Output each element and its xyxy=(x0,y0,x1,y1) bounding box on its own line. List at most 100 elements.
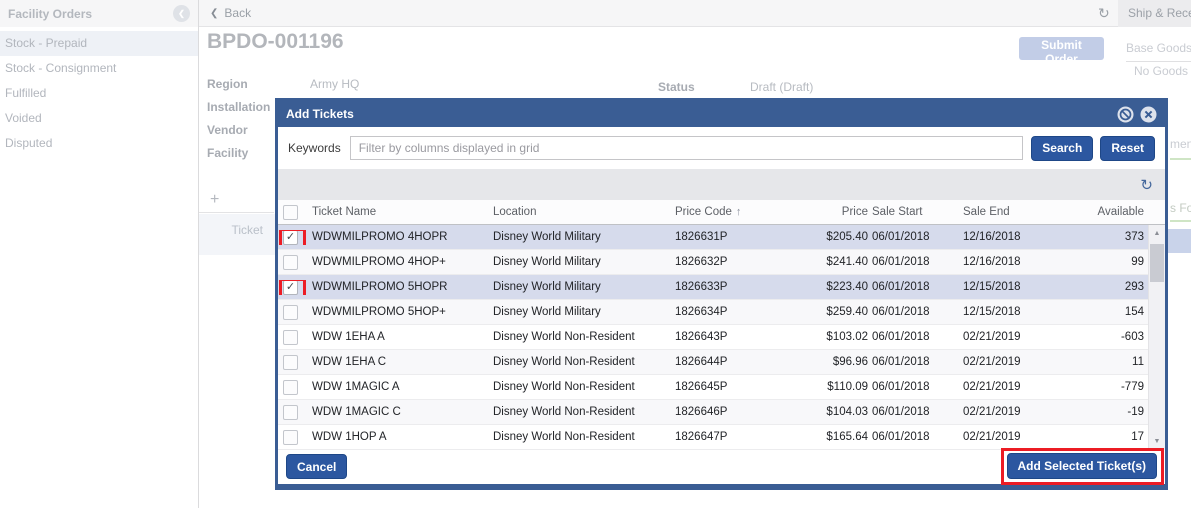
submit-order-button[interactable]: Submit Order xyxy=(1019,37,1104,60)
cell-sale-start: 06/01/2018 xyxy=(868,356,963,368)
scrollbar-thumb[interactable] xyxy=(1150,244,1164,282)
cell-sale-end: 02/21/2019 xyxy=(963,406,1063,418)
cell-name: WDW 1EHA A xyxy=(308,331,493,343)
column-header-location[interactable]: Location xyxy=(493,206,675,218)
cell-location: Disney World Military xyxy=(493,281,675,293)
row-checkbox-cell xyxy=(278,405,308,420)
grid-body-wrap: ✓WDWMILPROMO 4HOPRDisney World Military1… xyxy=(278,225,1165,450)
select-all-cell xyxy=(278,205,308,220)
cell-price-code: 1826632P xyxy=(675,256,823,268)
row-checkbox-cell xyxy=(278,380,308,395)
close-icon[interactable] xyxy=(1140,106,1157,123)
ticket-row[interactable]: WDW 1MAGIC ADisney World Non-Resident182… xyxy=(278,375,1165,400)
cell-name: WDWMILPROMO 5HOPR xyxy=(308,281,493,293)
cell-sale-end: 12/15/2018 xyxy=(963,306,1063,318)
cell-sale-start: 06/01/2018 xyxy=(868,281,963,293)
ticket-row[interactable]: ✓WDWMILPROMO 4HOPRDisney World Military1… xyxy=(278,225,1165,250)
annotation-box xyxy=(1001,448,1164,485)
add-tab-button[interactable]: + xyxy=(199,188,274,213)
facility-orders-sidebar: Facility Orders ❮ Stock - PrepaidStock -… xyxy=(0,0,199,508)
search-button[interactable]: Search xyxy=(1031,136,1093,161)
row-checkbox[interactable] xyxy=(283,305,298,320)
cell-price-code: 1826643P xyxy=(675,331,823,343)
tab-ship-and-receive[interactable]: Ship & Recei xyxy=(1118,0,1191,27)
cell-sale-end: 02/21/2019 xyxy=(963,431,1063,443)
cell-price-code: 1826644P xyxy=(675,356,823,368)
sidebar-collapse-button[interactable]: ❮ xyxy=(173,5,190,22)
sidebar-item-voided[interactable]: Voided xyxy=(0,106,198,131)
cell-name: WDW 1EHA C xyxy=(308,356,493,368)
row-checkbox-cell: ✓ xyxy=(278,230,308,245)
select-all-checkbox[interactable] xyxy=(283,205,298,220)
block-icon[interactable] xyxy=(1117,106,1134,123)
refresh-icon[interactable]: ↻ xyxy=(1098,0,1110,26)
cell-available: 99 xyxy=(1063,256,1148,268)
cell-location: Disney World Military xyxy=(493,306,675,318)
refresh-icon[interactable]: ↻ xyxy=(1140,176,1153,194)
cell-available: 17 xyxy=(1063,431,1148,443)
cell-price-code: 1826633P xyxy=(675,281,823,293)
cell-sale-end: 02/21/2019 xyxy=(963,356,1063,368)
keywords-input[interactable] xyxy=(350,136,1024,160)
cell-name: WDW 1HOP A xyxy=(308,431,493,443)
ticket-row[interactable]: ✓WDWMILPROMO 5HOPRDisney World Military1… xyxy=(278,275,1165,300)
cell-sale-end: 02/21/2019 xyxy=(963,381,1063,393)
cancel-button[interactable]: Cancel xyxy=(286,454,347,479)
cell-available: 293 xyxy=(1063,281,1148,293)
sidebar-item-stock-consignment[interactable]: Stock - Consignment xyxy=(0,56,198,81)
status-value: Draft (Draft) xyxy=(750,80,813,94)
column-header-available[interactable]: Available xyxy=(1063,206,1148,218)
row-checkbox[interactable] xyxy=(283,330,298,345)
row-checkbox[interactable] xyxy=(283,405,298,420)
row-checkbox-cell xyxy=(278,330,308,345)
row-checkbox[interactable] xyxy=(283,380,298,395)
right-panel-item-base-goods[interactable]: Base Goods R xyxy=(1126,41,1191,55)
column-header-price-code[interactable]: Price Code↑ xyxy=(675,206,823,218)
annotation-box xyxy=(279,280,306,295)
row-checkbox[interactable] xyxy=(283,430,298,445)
reset-button[interactable]: Reset xyxy=(1100,136,1155,161)
right-panel-item-no-goods[interactable]: No Goods R xyxy=(1134,64,1191,78)
row-checkbox[interactable] xyxy=(283,255,298,270)
scroll-up-icon[interactable]: ▲ xyxy=(1149,225,1165,242)
back-button[interactable]: ❮ Back xyxy=(210,0,251,26)
cell-price: $165.64 xyxy=(823,431,868,443)
sidebar-item-disputed[interactable]: Disputed xyxy=(0,131,198,156)
cell-sale-start: 06/01/2018 xyxy=(868,406,963,418)
column-header-ticket-name[interactable]: Ticket Name xyxy=(308,206,493,218)
ticket-row[interactable]: WDW 1HOP ADisney World Non-Resident18266… xyxy=(278,425,1165,450)
ticket-row[interactable]: WDW 1EHA CDisney World Non-Resident18266… xyxy=(278,350,1165,375)
plus-icon: + xyxy=(210,191,219,208)
divider xyxy=(1170,220,1191,222)
cell-sale-start: 06/01/2018 xyxy=(868,331,963,343)
row-checkbox-cell xyxy=(278,355,308,370)
column-header-sale-end[interactable]: Sale End xyxy=(963,206,1063,218)
ticket-row[interactable]: WDWMILPROMO 5HOP+Disney World Military18… xyxy=(278,300,1165,325)
background-selected-row-fragment xyxy=(1168,229,1191,253)
cell-sale-end: 02/21/2019 xyxy=(963,331,1063,343)
ticket-row[interactable]: WDW 1MAGIC CDisney World Non-Resident182… xyxy=(278,400,1165,425)
tab-ticket[interactable]: Ticket xyxy=(199,214,275,255)
grid-toolbar: ↻ xyxy=(278,169,1165,200)
row-checkbox[interactable] xyxy=(283,355,298,370)
ticket-row[interactable]: WDWMILPROMO 4HOP+Disney World Military18… xyxy=(278,250,1165,275)
cell-price: $205.40 xyxy=(823,231,868,243)
column-header-sale-start[interactable]: Sale Start xyxy=(868,206,963,218)
vertical-scrollbar[interactable]: ▲ ▼ xyxy=(1148,225,1165,450)
column-header-price[interactable]: Price xyxy=(823,206,868,218)
grid-header: Ticket Name Location Price Code↑ Price S… xyxy=(278,200,1165,225)
ticket-row[interactable]: WDW 1EHA ADisney World Non-Resident18266… xyxy=(278,325,1165,350)
sidebar-title: Facility Orders xyxy=(8,7,92,21)
cell-sale-start: 06/01/2018 xyxy=(868,431,963,443)
sidebar-item-fulfilled[interactable]: Fulfilled xyxy=(0,81,198,106)
field-value: Army HQ xyxy=(310,77,359,91)
cell-name: WDW 1MAGIC A xyxy=(308,381,493,393)
cell-price: $110.09 xyxy=(823,381,868,393)
sidebar-items: Stock - PrepaidStock - ConsignmentFulfil… xyxy=(0,31,198,156)
sidebar-item-stock-prepaid[interactable]: Stock - Prepaid xyxy=(0,31,198,56)
right-panel-fragment: ment xyxy=(1170,137,1191,151)
cell-available: -19 xyxy=(1063,406,1148,418)
page-title: BPDO-001196 xyxy=(207,30,344,54)
cell-location: Disney World Non-Resident xyxy=(493,331,675,343)
row-checkbox-cell: ✓ xyxy=(278,280,308,295)
